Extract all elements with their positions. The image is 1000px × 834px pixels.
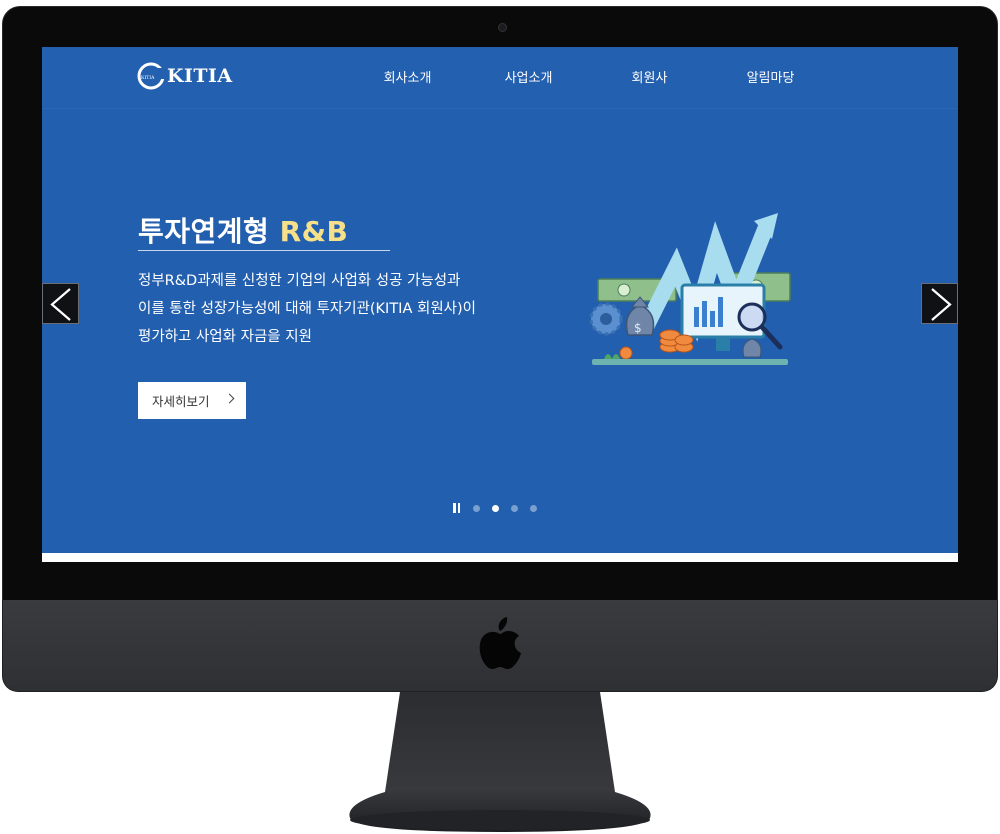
gear-icon [589, 302, 623, 336]
hero-description-line: 정부R&D과제를 신청한 기업의 사업화 성공 가능성과 [138, 273, 461, 289]
website-screen: KITIA KITIA 회사소개 사업소개 회원사 알림마당 투자연계형 R&B… [42, 47, 958, 562]
view-more-label: 자세히보기 [152, 394, 210, 409]
hero-description-line: 이를 통한 성장가능성에 대해 투자기관(KITIA 회원사)이 [138, 301, 476, 317]
slider-dot[interactable] [511, 504, 518, 512]
nav-item-business[interactable]: 사업소개 [468, 67, 589, 86]
hero-title-underline [138, 250, 390, 251]
camera-icon [498, 23, 507, 32]
nav-item-members[interactable]: 회원사 [589, 67, 710, 86]
view-more-button[interactable]: 자세히보기 [138, 382, 246, 419]
monitor-stand [349, 692, 651, 832]
screen-bottom-strip [42, 553, 958, 562]
slider-next-button[interactable] [921, 283, 958, 324]
hero-title: 투자연계형 R&B [138, 210, 348, 250]
magnifier-icon [737, 302, 783, 350]
chevron-right-small-icon [224, 393, 235, 404]
slider-pagination [452, 502, 537, 514]
kitia-logo-icon: KITIA [137, 62, 165, 90]
svg-text:$: $ [634, 321, 642, 335]
main-nav: 회사소개 사업소개 회원사 알림마당 [347, 47, 831, 105]
site-logo[interactable]: KITIA KITIA [137, 61, 233, 91]
hero-title-main: 투자연계형 [138, 215, 270, 248]
apple-logo-icon [479, 617, 521, 669]
chevron-right-icon [931, 288, 952, 321]
imac-device: KITIA KITIA 회사소개 사업소개 회원사 알림마당 투자연계형 R&B… [0, 0, 1000, 834]
site-header: KITIA KITIA 회사소개 사업소개 회원사 알림마당 [42, 47, 958, 109]
hero-description: 정부R&D과제를 신청한 기업의 사업화 성공 가능성과 이를 통한 성장가능성… [138, 267, 558, 351]
slider-dot-active[interactable] [492, 504, 499, 512]
hero-description-line: 평가하고 사업화 자금을 지원 [138, 329, 312, 345]
chevron-left-icon [50, 288, 71, 321]
slider-dot[interactable] [530, 504, 537, 512]
logo-text: KITIA [167, 65, 233, 87]
hero-title-accent: R&B [279, 215, 349, 248]
slider-dot[interactable] [473, 504, 480, 512]
nav-item-notice[interactable]: 알림마당 [710, 67, 831, 86]
nav-item-company[interactable]: 회사소개 [347, 67, 468, 86]
investment-growth-illustration: $ [589, 213, 791, 365]
logo-badge-text: KITIA [141, 76, 155, 81]
slider-prev-button[interactable] [42, 283, 79, 324]
pause-icon[interactable] [452, 503, 461, 513]
